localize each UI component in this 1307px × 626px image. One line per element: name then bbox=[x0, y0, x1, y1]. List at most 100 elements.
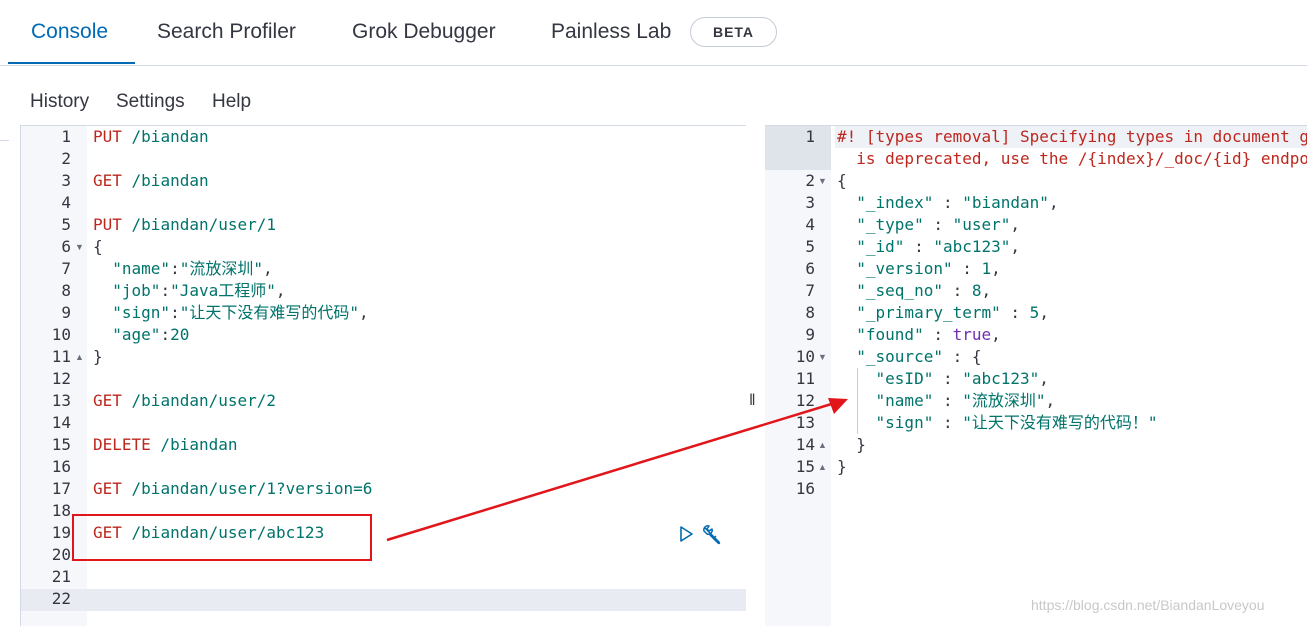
json-punct: , bbox=[991, 325, 1001, 344]
request-line-number: 12 bbox=[51, 369, 71, 388]
response-code-line: "sign" : "让天下没有难写的代码！" bbox=[837, 412, 1158, 434]
json-separator: : bbox=[933, 193, 963, 212]
warning-comment: is deprecated, use the /{index}/_doc/{id… bbox=[856, 149, 1307, 168]
fold-toggle-icon[interactable]: ▼ bbox=[75, 236, 84, 258]
response-code-line: "_id" : "abc123", bbox=[837, 236, 1020, 258]
code-text: } bbox=[837, 457, 847, 476]
request-line-number: 6 bbox=[61, 237, 71, 256]
response-line-number: 16 bbox=[795, 479, 815, 498]
request-line-number: 17 bbox=[51, 479, 71, 498]
json-key: "name" bbox=[93, 259, 171, 278]
request-line-number: 15 bbox=[51, 435, 71, 454]
response-line-number: 7 bbox=[805, 281, 815, 300]
active-tab-indicator bbox=[8, 62, 135, 64]
json-boolean: true bbox=[952, 325, 992, 344]
json-separator: : bbox=[170, 259, 180, 278]
code-text: } bbox=[837, 435, 866, 454]
top-tabs: Console Search Profiler Grok Debugger Pa… bbox=[0, 0, 1307, 66]
fold-toggle-icon[interactable]: ▼ bbox=[818, 170, 827, 192]
json-key: "_id" bbox=[837, 237, 905, 256]
tab-console[interactable]: Console bbox=[31, 20, 108, 44]
json-number: 5 bbox=[1029, 303, 1040, 322]
fold-toggle-icon[interactable]: ▼ bbox=[818, 346, 827, 368]
json-key: "found" bbox=[837, 325, 924, 344]
response-line-number: 9 bbox=[805, 325, 815, 344]
request-code-line: GET /biandan/user/1?version=6 bbox=[93, 478, 372, 500]
json-separator: : bbox=[1000, 303, 1030, 322]
http-method: DELETE bbox=[93, 435, 151, 454]
request-line-number: 1 bbox=[61, 127, 71, 146]
json-separator: : bbox=[923, 325, 953, 344]
wrench-icon[interactable] bbox=[701, 524, 721, 545]
json-punct: , bbox=[1045, 391, 1056, 410]
request-code-line: } bbox=[93, 346, 103, 368]
json-number: 1 bbox=[981, 259, 992, 278]
request-line-number: 22 bbox=[51, 589, 71, 608]
fold-toggle-icon[interactable]: ▲ bbox=[818, 434, 827, 456]
response-line-number: 8 bbox=[805, 303, 815, 322]
fold-toggle-icon[interactable]: ▲ bbox=[75, 346, 84, 368]
pane-resize-handle[interactable]: ‖ bbox=[749, 392, 756, 410]
request-code-line: PUT /biandan/user/1 bbox=[93, 214, 276, 236]
response-line-number: 10 bbox=[795, 347, 815, 366]
response-line-number: 5 bbox=[805, 237, 815, 256]
json-punct: , bbox=[991, 259, 1001, 278]
json-string: "让天下没有难写的代码！" bbox=[962, 413, 1158, 432]
http-method: GET bbox=[93, 523, 122, 542]
json-string: "abc123" bbox=[933, 237, 1011, 256]
left-edge-line bbox=[0, 140, 9, 141]
response-line-number: 1 bbox=[805, 127, 815, 146]
request-url: /biandan bbox=[121, 171, 209, 190]
response-viewer: 1 #! [types removal] Specifying types in … bbox=[765, 125, 1307, 626]
request-code-line: GET /biandan/user/2 bbox=[93, 390, 276, 412]
json-string: "流放深圳" bbox=[962, 391, 1046, 410]
menu-settings[interactable]: Settings bbox=[116, 91, 185, 113]
http-method: PUT bbox=[93, 127, 122, 146]
json-separator: : bbox=[942, 281, 972, 300]
menu-history[interactable]: History bbox=[30, 91, 89, 113]
json-separator: : bbox=[170, 303, 180, 322]
request-editor[interactable]: 1 PUT /biandan 2 3 GET /biandan 4 5 PUT /bianda… bbox=[20, 125, 746, 626]
json-punct: , bbox=[1010, 237, 1021, 256]
fold-toggle-icon[interactable]: ▲ bbox=[818, 456, 827, 478]
response-code-line: "_primary_term" : 5, bbox=[837, 302, 1049, 324]
code-text: } bbox=[93, 347, 103, 366]
json-punct: { bbox=[971, 347, 982, 366]
tab-painless-lab[interactable]: Painless Lab bbox=[551, 20, 671, 44]
response-line-number: 13 bbox=[795, 413, 815, 432]
json-punct: , bbox=[358, 303, 369, 322]
json-number: 8 bbox=[971, 281, 982, 300]
response-code-line: "found" : true, bbox=[837, 324, 1001, 346]
request-line-number: 5 bbox=[61, 215, 71, 234]
response-code-line: is deprecated, use the /{index}/_doc/{id… bbox=[837, 148, 1307, 170]
request-line-number: 9 bbox=[61, 303, 71, 322]
response-code-line: "_source" : { bbox=[837, 346, 982, 368]
response-line-number: 2 bbox=[805, 171, 815, 190]
json-separator: : bbox=[933, 391, 963, 410]
json-separator: : bbox=[933, 369, 963, 388]
play-icon[interactable] bbox=[676, 524, 696, 544]
json-separator: : bbox=[904, 237, 934, 256]
request-line-number: 11 bbox=[51, 347, 71, 366]
response-line-number bbox=[765, 148, 815, 170]
response-code-line: "esID" : "abc123", bbox=[837, 368, 1049, 390]
menu-help[interactable]: Help bbox=[212, 91, 251, 113]
request-url: /biandan/user/abc123 bbox=[121, 523, 325, 542]
beta-badge: BETA bbox=[690, 17, 777, 47]
http-method: GET bbox=[93, 479, 122, 498]
request-line-number: 20 bbox=[51, 545, 71, 564]
json-key: "job" bbox=[93, 281, 161, 300]
request-code-line: GET /biandan bbox=[93, 170, 209, 192]
response-code-line: } bbox=[837, 456, 847, 478]
request-line-number: 7 bbox=[61, 259, 71, 278]
tab-search-profiler[interactable]: Search Profiler bbox=[157, 20, 296, 44]
json-key: "_source" bbox=[837, 347, 943, 366]
json-string: "流放深圳" bbox=[179, 259, 263, 278]
json-key: "_version" bbox=[837, 259, 953, 278]
response-line-number: 4 bbox=[805, 215, 815, 234]
response-line-number: 6 bbox=[805, 259, 815, 278]
tab-grok-debugger[interactable]: Grok Debugger bbox=[352, 20, 496, 44]
code-text: { bbox=[93, 237, 103, 256]
response-code-line: "_version" : 1, bbox=[837, 258, 1001, 280]
json-separator: : bbox=[160, 281, 171, 300]
